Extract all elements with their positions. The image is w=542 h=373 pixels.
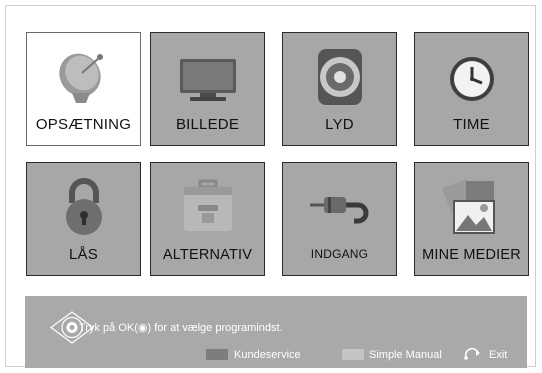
tile-alternativ[interactable]: ALTERNATIV (150, 162, 265, 276)
help-text: Tryk på OK(◉) for at vælge programindst. (79, 322, 283, 334)
input-cable-icon (309, 197, 368, 224)
simple-manual-label[interactable]: Simple Manual (369, 349, 442, 361)
tile-time[interactable]: TIME (414, 32, 529, 146)
tile-laas[interactable]: LÅS (26, 162, 141, 276)
tile-label: OPSÆTNING (35, 116, 132, 133)
speaker-icon (317, 49, 362, 105)
tile-label: LYD (325, 116, 354, 133)
tile-label: INDGANG (310, 247, 369, 261)
toolbox-icon (183, 179, 232, 231)
tile-label: BILLEDE (175, 116, 240, 133)
customer-service-label[interactable]: Kundeservice (234, 349, 301, 361)
padlock-icon (65, 178, 102, 235)
tile-billede[interactable]: BILLEDE (150, 32, 265, 146)
clock-icon (449, 57, 494, 101)
tile-lyd[interactable]: LYD (282, 32, 397, 146)
tile-label: TIME (453, 116, 490, 133)
media-photos-icon (441, 179, 495, 234)
tile-label: LÅS (69, 246, 98, 263)
tile-mine-medier[interactable]: MINE MEDIER (414, 162, 529, 276)
tile-indgang[interactable]: INDGANG (282, 162, 397, 276)
satellite-dish-icon (58, 53, 103, 103)
tile-label: MINE MEDIER (422, 247, 521, 263)
simple-manual-color-key (342, 349, 364, 360)
tile-label: ALTERNATIV (162, 247, 253, 263)
monitor-icon (179, 59, 236, 101)
tile-opsaetning[interactable]: OPSÆTNING (26, 32, 141, 146)
customer-service-color-key (206, 349, 228, 360)
exit-label[interactable]: Exit (489, 349, 507, 361)
back-exit-icon (464, 347, 480, 360)
